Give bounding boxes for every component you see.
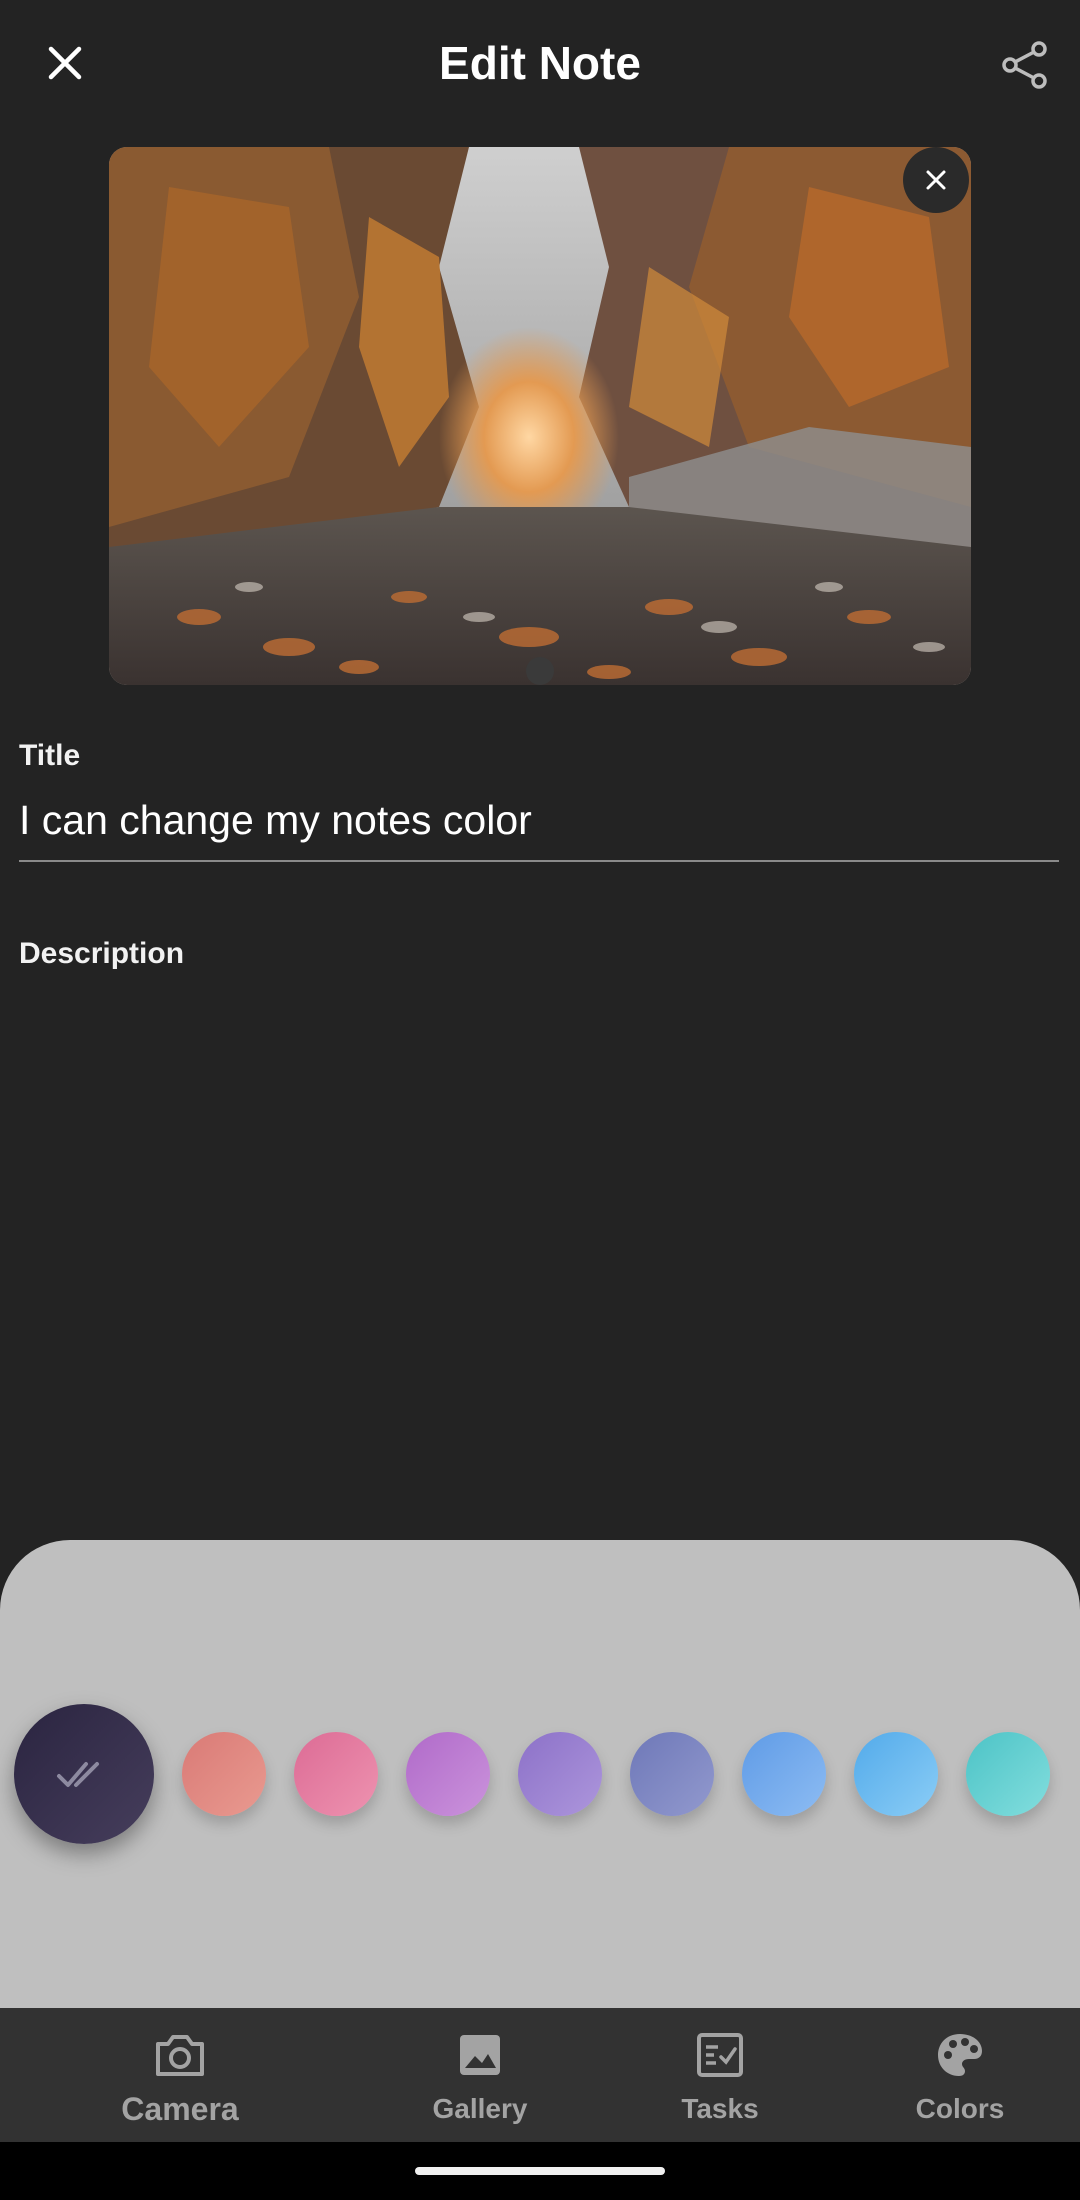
nav-gallery-label: Gallery bbox=[432, 2093, 528, 2124]
nav-colors[interactable]: Colors bbox=[880, 2008, 1040, 2142]
share-icon bbox=[1002, 41, 1047, 89]
color-swatch-blue[interactable] bbox=[742, 1732, 826, 1816]
color-swatch-pink[interactable] bbox=[294, 1732, 378, 1816]
color-swatch-dark-navy[interactable] bbox=[14, 1704, 154, 1844]
color-swatch-row[interactable] bbox=[0, 1540, 1080, 2008]
color-swatch-purple[interactable] bbox=[406, 1732, 490, 1816]
color-swatch-teal[interactable] bbox=[966, 1732, 1050, 1816]
attached-image[interactable] bbox=[109, 147, 971, 685]
image-page-indicator bbox=[526, 657, 554, 685]
color-swatch-light-blue[interactable] bbox=[854, 1732, 938, 1816]
description-input[interactable] bbox=[19, 980, 1059, 1500]
nav-colors-label: Colors bbox=[915, 2093, 1005, 2124]
title-label: Title bbox=[19, 739, 81, 772]
system-navigation-bar bbox=[0, 2142, 1080, 2200]
checklist-icon bbox=[693, 2028, 747, 2082]
color-swatch-coral[interactable] bbox=[182, 1732, 266, 1816]
bottom-navigation: Camera Gallery Tasks Colors bbox=[0, 2008, 1080, 2142]
nav-gallery[interactable]: Gallery bbox=[400, 2008, 560, 2142]
palette-icon bbox=[933, 2028, 987, 2082]
home-indicator[interactable] bbox=[415, 2167, 665, 2175]
color-swatch-indigo[interactable] bbox=[630, 1732, 714, 1816]
top-app-bar: Edit Note bbox=[0, 0, 1080, 125]
nav-camera[interactable]: Camera bbox=[100, 2008, 260, 2142]
share-button[interactable] bbox=[990, 30, 1060, 100]
page-title: Edit Note bbox=[439, 37, 641, 89]
nav-camera-label: Camera bbox=[121, 2091, 239, 2127]
title-input[interactable] bbox=[19, 780, 1059, 862]
double-check-icon bbox=[57, 1762, 99, 1787]
close-icon bbox=[926, 170, 946, 190]
color-swatch-violet[interactable] bbox=[518, 1732, 602, 1816]
nav-tasks[interactable]: Tasks bbox=[640, 2008, 800, 2142]
autumn-forest-path-photo bbox=[109, 147, 971, 685]
description-label: Description bbox=[19, 937, 185, 970]
camera-icon bbox=[153, 2028, 207, 2082]
remove-image-button[interactable] bbox=[903, 147, 969, 213]
color-picker-sheet bbox=[0, 1540, 1080, 2008]
nav-tasks-label: Tasks bbox=[681, 2093, 759, 2124]
image-icon bbox=[453, 2028, 507, 2082]
